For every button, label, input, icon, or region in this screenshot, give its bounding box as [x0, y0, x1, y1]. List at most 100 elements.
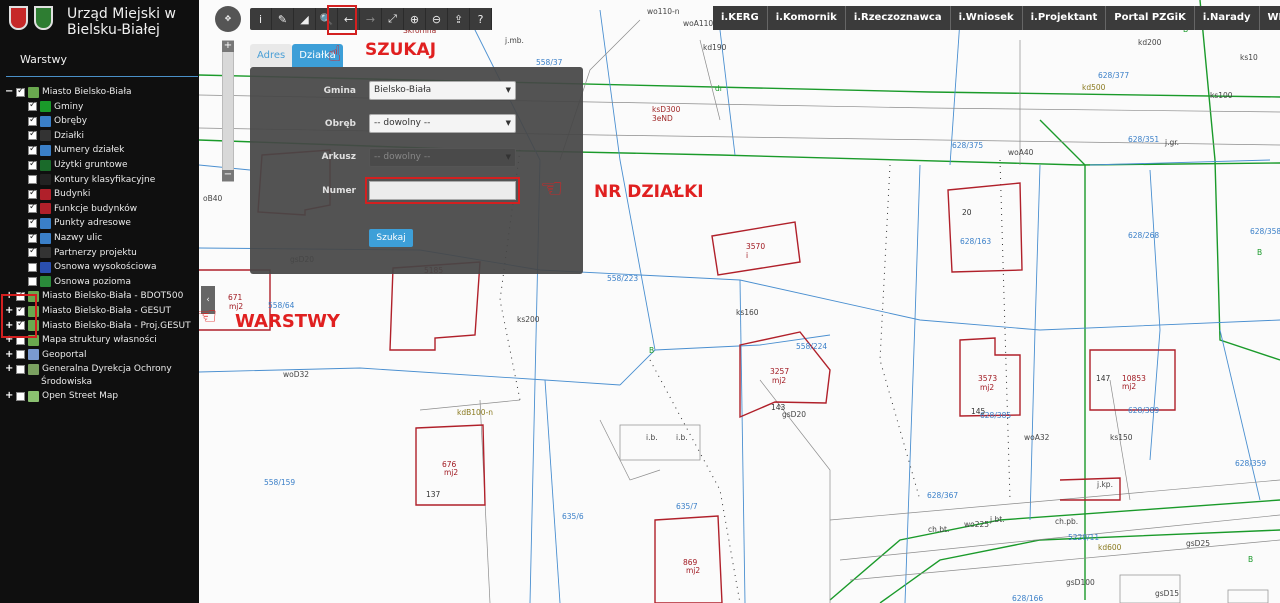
layer-item[interactable]: Punkty adresowe [25, 216, 131, 230]
layer-label: Działki [54, 130, 84, 141]
layer-label: Geoportal [42, 349, 87, 360]
forward-button[interactable]: → [360, 8, 382, 30]
layer-checkbox[interactable] [16, 391, 25, 401]
menu-item[interactable]: Portal PZGiK [1106, 6, 1195, 30]
layer-label: Partnerzy projektu [54, 247, 137, 258]
menu-item[interactable]: i.Projektant [1023, 6, 1107, 30]
building-number: 20 [962, 208, 972, 217]
layer-checkbox[interactable] [16, 350, 25, 360]
zoom-out-button[interactable]: − [222, 170, 234, 181]
map-toolbar: i ✎ ◢ 🔍 ← → ⤢ ⊕ ⊖ ⇪? [250, 8, 492, 30]
utility-label: woD32 [283, 370, 309, 379]
layer-item[interactable]: Kontury klasyfikacyjne [25, 173, 155, 187]
layer-item[interactable]: Budynki [25, 187, 90, 201]
zoom-in-button[interactable]: + [222, 41, 234, 52]
parcel-label: 628/359 [1235, 459, 1266, 468]
utility-label: gsD15 [1155, 589, 1179, 598]
arkusz-value: -- dowolny -- [374, 152, 431, 162]
parcel-label: 628/163 [960, 237, 991, 246]
pan-control[interactable]: ✥ [215, 6, 241, 32]
menu-item[interactable]: i.KERG [713, 6, 768, 30]
expand-icon[interactable]: + [5, 364, 13, 374]
layer-checkbox[interactable] [28, 100, 37, 112]
layer-label-continued: Środowiska [41, 377, 93, 387]
pencil-button[interactable]: ✎ [272, 8, 294, 30]
utility-label: wo110-n [647, 7, 680, 16]
zoom-out-button[interactable]: ⊖ [426, 8, 448, 30]
building-type: mj2 [229, 302, 243, 311]
line-green-icon [40, 101, 51, 113]
layer-checkbox[interactable] [28, 202, 37, 214]
layer-item[interactable]: Działki [25, 129, 84, 143]
menu-item[interactable]: i.Narady [1195, 6, 1260, 30]
layer-checkbox[interactable] [28, 217, 37, 228]
layer-checkbox[interactable] [28, 232, 37, 243]
zoom-slider[interactable]: + − [222, 40, 234, 182]
expand-icon[interactable]: + [5, 391, 13, 401]
obreb-select[interactable]: -- dowolny -- ▼ [369, 114, 516, 133]
layer-item[interactable]: Obręby [25, 114, 87, 128]
layer-item[interactable]: + Open Street Map [5, 389, 118, 403]
building-type: mj2 [772, 376, 786, 385]
layer-label: Open Street Map [42, 391, 119, 401]
fullscreen-button[interactable]: ⤢ [382, 8, 404, 30]
layer-checkbox[interactable] [28, 277, 37, 287]
utility-label: oB40 [203, 194, 223, 203]
layer-item[interactable]: Użytki gruntowe [25, 158, 128, 172]
layer-label: Nazwy ulic [54, 233, 103, 243]
layer-checkbox[interactable] [28, 115, 37, 126]
zoom-out-icon: ⊖ [431, 12, 442, 26]
layer-item[interactable]: Nazwy ulic [25, 231, 102, 245]
coat-of-arms-icon [9, 6, 28, 30]
layer-checkbox[interactable] [28, 262, 37, 272]
arkusz-select[interactable]: -- dowolny -- ▼ [369, 148, 516, 167]
layer-label: Kontury klasyfikacyjne [54, 174, 156, 185]
layer-checkbox[interactable] [28, 188, 37, 199]
gmina-select[interactable]: Bielsko-Biała ▼ [369, 81, 516, 100]
layer-checkbox[interactable] [28, 159, 37, 170]
tab-layers[interactable]: Warstwy [20, 53, 67, 66]
tab-address[interactable]: Adres [250, 44, 293, 67]
layer-checkbox[interactable] [16, 364, 25, 374]
layer-checkbox[interactable] [28, 246, 37, 258]
layer-checkbox[interactable] [16, 86, 25, 97]
layer-label: Użytki gruntowe [54, 160, 128, 170]
building-number: 3570 [746, 242, 765, 251]
layer-item[interactable]: Partnerzy projektu [25, 246, 137, 260]
layer-checkbox[interactable] [28, 144, 37, 155]
help-button[interactable]: ? [470, 8, 492, 30]
building-type: mj2 [1122, 382, 1136, 391]
layer-item[interactable]: Osnowa pozioma [25, 275, 131, 289]
annotation-nr-dzialki: NR DZIAŁKI [594, 182, 704, 202]
measure-area-button[interactable]: ◢ [294, 8, 316, 30]
menu-item[interactable]: i.Wniosek [951, 6, 1023, 30]
utility-label: gsD25 [1186, 539, 1210, 548]
utility-label: woA110 [683, 19, 713, 28]
layer-checkbox[interactable] [28, 129, 37, 141]
layer-item[interactable]: − Miasto Bielsko-Biała [5, 85, 132, 99]
misc-label: ch.pb. [1055, 517, 1078, 526]
layer-item[interactable]: + Geoportal [5, 348, 86, 362]
parcel-icon [40, 130, 51, 142]
gmina-value: Bielsko-Biała [374, 85, 432, 95]
search-button[interactable]: Szukaj [369, 229, 413, 247]
layer-item[interactable]: Funkcje budynków [25, 202, 137, 216]
site-title: Urząd Miejski w Bielsku-Białej [67, 6, 197, 38]
utility-label: kd500 [1082, 83, 1106, 92]
info-button[interactable]: i [250, 8, 272, 30]
share-button[interactable]: ⇪ [448, 8, 470, 30]
zoom-in-button[interactable]: ⊕ [404, 8, 426, 30]
layer-item[interactable]: Numery działek [25, 143, 124, 157]
menu-item[interactable]: i.Rzeczoznawca [846, 6, 951, 30]
street-name-icon [40, 232, 51, 244]
layer-item[interactable]: Gminy [25, 100, 83, 114]
menu-item[interactable]: i.Komornik [768, 6, 846, 30]
utility-label: kd200 [1138, 38, 1162, 47]
expand-icon[interactable]: + [5, 349, 13, 360]
layer-item[interactable]: Osnowa wysokościowa [25, 260, 157, 274]
collapse-icon[interactable]: − [5, 87, 13, 97]
pointing-hand-icon: ☜ [540, 174, 564, 204]
layer-checkbox[interactable] [28, 175, 37, 185]
parcel-label: 628/268 [1128, 231, 1159, 240]
menu-item[interactable]: WMS/WFS [1260, 6, 1280, 30]
